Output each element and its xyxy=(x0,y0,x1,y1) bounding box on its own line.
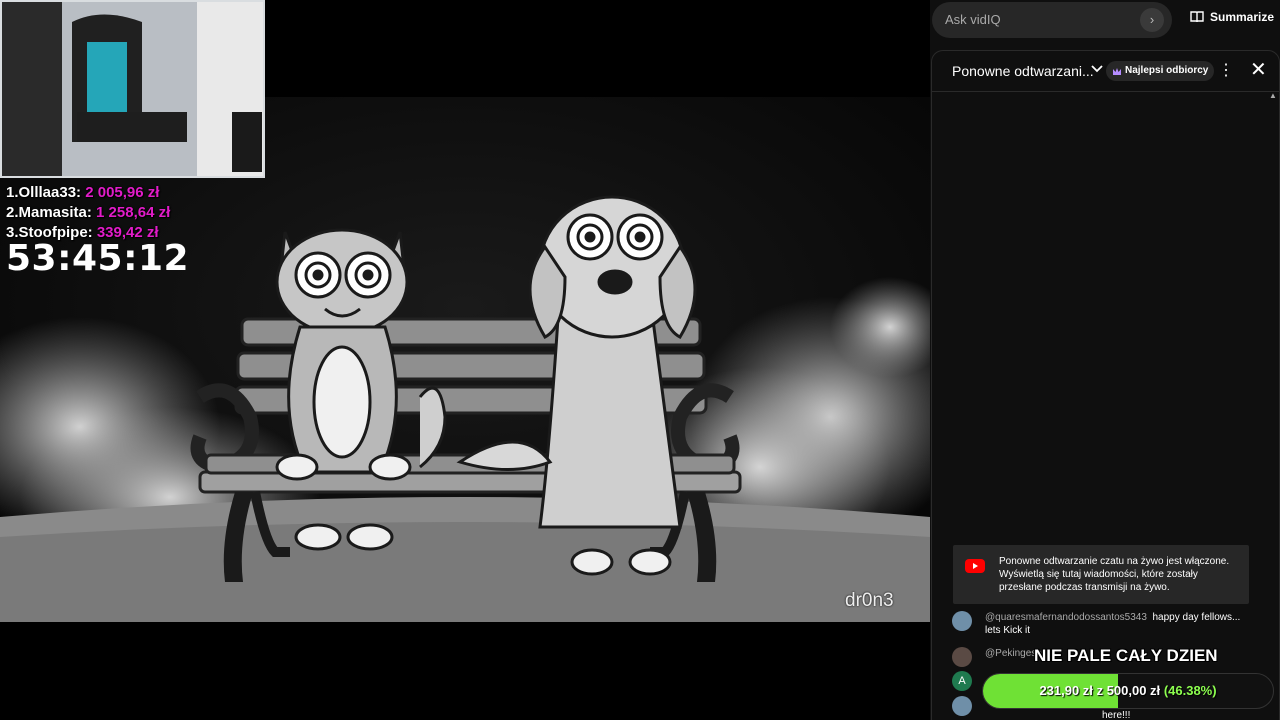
chevron-down-icon[interactable] xyxy=(1090,61,1104,78)
more-vert-icon[interactable]: ⋮ xyxy=(1218,61,1234,81)
goal-progress-text: 231,90 zł z 500,00 zł (46.38%) xyxy=(983,674,1273,708)
vidiq-input[interactable]: Ask vidIQ xyxy=(945,12,1001,27)
message-author[interactable]: @quaresmafernandodossantos5343 xyxy=(985,612,1147,623)
avatar[interactable]: A xyxy=(952,671,972,691)
scroll-up-arrow-icon[interactable]: ▲ xyxy=(1269,91,1277,100)
youtube-icon xyxy=(965,559,985,573)
goal-current: 231,90 zł xyxy=(1039,683,1093,698)
top-fans-badge[interactable]: Najlepsi odbiorcy xyxy=(1106,61,1215,81)
video-player[interactable]: 1.Olllaa33: 2 005,96 zł 2.Mamasita: 1 25… xyxy=(0,0,930,720)
summarize-button[interactable]: Summarize xyxy=(1190,10,1274,24)
goal-target: 500,00 zł xyxy=(1106,683,1161,698)
chat-header: Ponowne odtwarzani... Najlepsi odbiorcy … xyxy=(932,51,1279,92)
goal-percent: (46.38%) xyxy=(1163,683,1217,698)
vidiq-search-box[interactable]: Ask vidIQ › xyxy=(932,2,1172,38)
top-fans-label: Najlepsi odbiorcy xyxy=(1125,65,1209,76)
close-icon[interactable]: ✕ xyxy=(1250,59,1267,81)
notice-text: Ponowne odtwarzanie czatu na żywo jest w… xyxy=(999,556,1230,593)
donation-goal-bar: 231,90 zł z 500,00 zł (46.38%) xyxy=(982,673,1274,709)
leaderboard-row: 2.Mamasita: 1 258,64 zł xyxy=(6,203,170,223)
donor-name: 2.Mamasita: xyxy=(6,204,92,221)
donor-amount: 1 258,64 zł xyxy=(96,204,171,221)
live-chat-panel: Ponowne odtwarzani... Najlepsi odbiorcy … xyxy=(931,50,1280,720)
top-donors-leaderboard: 1.Olllaa33: 2 005,96 zł 2.Mamasita: 1 25… xyxy=(6,183,170,243)
chat-mode-dropdown[interactable]: Ponowne odtwarzani... xyxy=(952,63,1094,79)
book-icon xyxy=(1190,11,1204,23)
summarize-label: Summarize xyxy=(1210,10,1275,24)
donor-name: 1.Olllaa33: xyxy=(6,184,82,201)
chevron-right-icon[interactable]: › xyxy=(1140,8,1164,32)
video-watermark: dr0n3 xyxy=(845,590,894,611)
crown-icon xyxy=(1113,67,1121,75)
goal-separator: z xyxy=(1096,683,1104,698)
goal-title: NIE PALE CAŁY DZIEN xyxy=(1034,646,1218,665)
webcam-overlay xyxy=(0,0,265,178)
avatar[interactable] xyxy=(952,611,972,631)
leaderboard-row: 1.Olllaa33: 2 005,96 zł xyxy=(6,183,170,203)
donor-amount: 2 005,96 zł xyxy=(85,184,160,201)
stream-timer: 53:45:12 xyxy=(6,238,190,279)
avatar[interactable] xyxy=(952,647,972,667)
chat-replay-notice: Ponowne odtwarzanie czatu na żywo jest w… xyxy=(953,545,1249,604)
avatar[interactable] xyxy=(952,696,972,716)
